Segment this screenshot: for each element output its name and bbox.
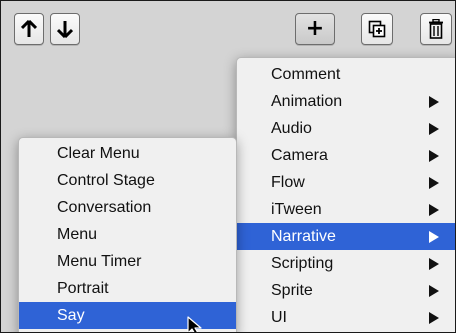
menu-item-label: iTween [271,201,322,218]
add-label: + [305,16,325,41]
submenu-arrow-icon [429,312,439,324]
menu-item-label: Comment [271,66,341,83]
move-up-button[interactable] [14,13,44,45]
submenu-item-menu[interactable]: Menu [19,221,236,248]
menu-item-label: UI [271,309,287,326]
submenu-item-clear-menu[interactable]: Clear Menu [19,140,236,167]
menu-item-label: Narrative [271,228,336,245]
menu-item-itween[interactable]: iTween [237,196,455,223]
menu-item-sprite[interactable]: Sprite [237,277,455,304]
menu-item-comment[interactable]: Comment [237,61,455,88]
command-category-menu: Comment Animation Audio Camera Flow iTwe… [236,57,455,332]
submenu-arrow-icon [429,285,439,297]
delete-button[interactable] [420,13,452,45]
menu-item-audio[interactable]: Audio [237,115,455,142]
menu-item-label: Camera [271,147,328,164]
submenu-item-conversation[interactable]: Conversation [19,194,236,221]
menu-item-animation[interactable]: Animation [237,88,455,115]
submenu-item-portrait[interactable]: Portrait [19,275,236,302]
menu-item-scripting[interactable]: Scripting [237,250,455,277]
submenu-item-label: Say [57,307,85,324]
submenu-item-menu-timer[interactable]: Menu Timer [19,248,236,275]
submenu-item-label: Menu Timer [57,253,142,270]
submenu-item-label: Menu [57,226,98,243]
arrow-down-icon [57,20,73,38]
submenu-arrow-icon [429,150,439,162]
menu-item-label: Sprite [271,282,313,299]
menu-item-label: Scripting [271,255,334,272]
narrative-submenu: Clear Menu Control Stage Conversation Me… [18,137,237,332]
submenu-item-label: Portrait [57,280,109,297]
menu-item-label: Flow [271,174,305,191]
mouse-cursor-icon [187,316,207,332]
menu-item-label: Audio [271,120,312,137]
menu-item-camera[interactable]: Camera [237,142,455,169]
submenu-item-label: Conversation [57,199,152,216]
submenu-arrow-icon [429,96,439,108]
submenu-arrow-icon [429,231,439,243]
submenu-item-label: Clear Menu [57,145,140,162]
submenu-item-control-stage[interactable]: Control Stage [19,167,236,194]
menu-item-label: Animation [271,93,343,110]
add-command-button[interactable]: + [295,13,335,45]
menu-item-narrative[interactable]: Narrative [237,223,455,250]
duplicate-button[interactable] [361,13,393,45]
submenu-arrow-icon [429,177,439,189]
submenu-item-label: Control Stage [57,172,155,189]
menu-item-ui[interactable]: UI [237,304,455,331]
trash-icon [428,19,444,39]
submenu-arrow-icon [429,123,439,135]
move-down-button[interactable] [50,13,80,45]
duplicate-icon [368,20,386,38]
submenu-arrow-icon [429,258,439,270]
submenu-arrow-icon [429,204,439,216]
command-panel: + Comment Animation Audio Camera Flow iT… [0,0,456,333]
arrow-up-icon [21,20,37,38]
menu-item-flow[interactable]: Flow [237,169,455,196]
